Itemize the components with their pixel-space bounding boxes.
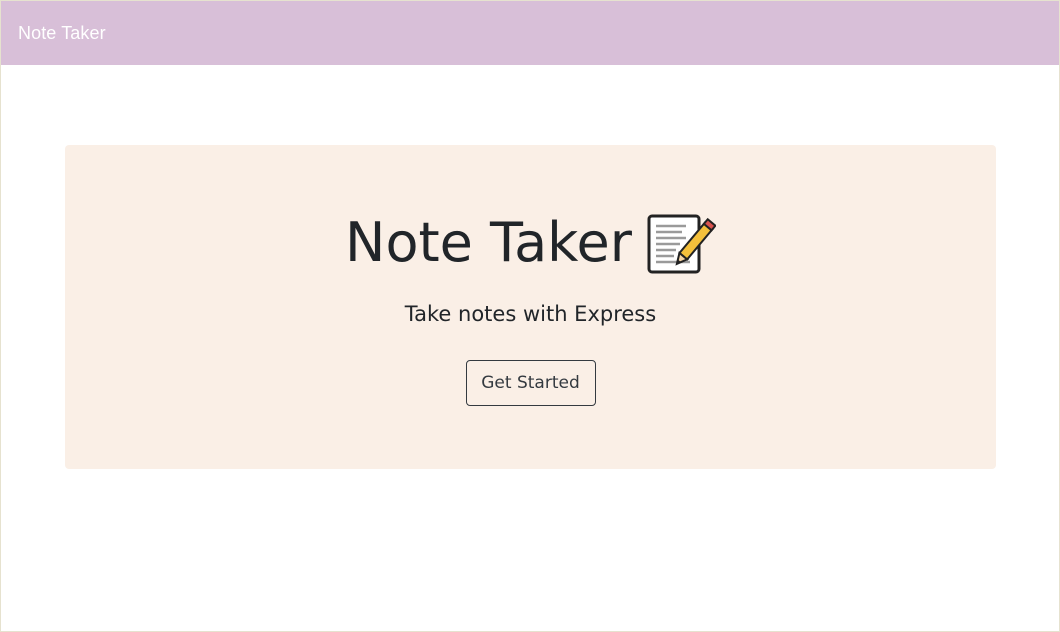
cta-wrap: Get Started — [65, 360, 996, 406]
hero-jumbotron: Note Taker Take notes with Express Get S… — [65, 145, 996, 469]
hero-subtitle: Take notes with Express — [404, 302, 657, 326]
page: Note Taker Note Taker Take notes with Ex… — [0, 0, 1060, 632]
navbar-brand-link[interactable]: Note Taker — [18, 23, 106, 44]
memo-icon — [646, 213, 717, 277]
navbar: Note Taker — [1, 1, 1059, 65]
page-title: Note Taker — [345, 211, 632, 274]
hero-title-row: Note Taker — [65, 211, 996, 275]
get-started-button[interactable]: Get Started — [465, 360, 596, 406]
